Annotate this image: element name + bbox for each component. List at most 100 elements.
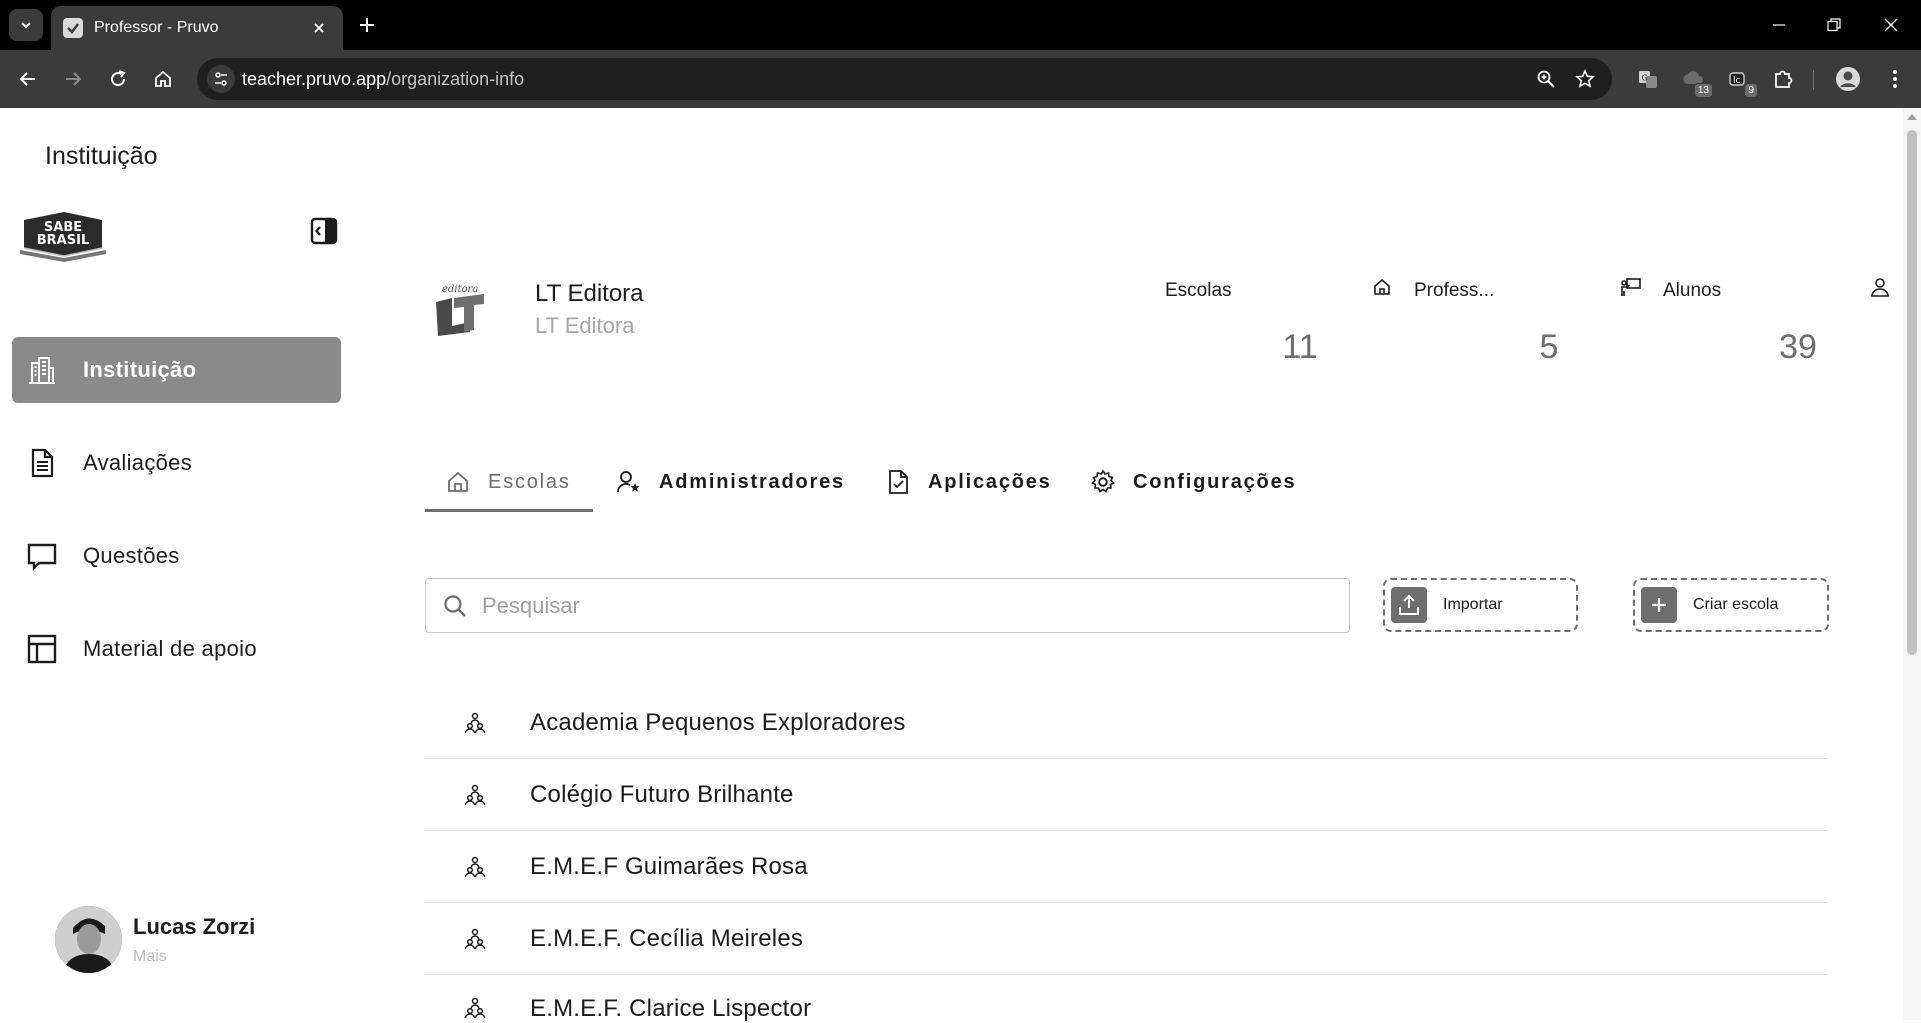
sidebar-collapse-icon [310, 217, 338, 245]
close-window-button[interactable] [1871, 10, 1911, 40]
minimize-icon [1773, 24, 1785, 26]
checked-document-icon [884, 468, 912, 496]
close-tab-icon[interactable] [307, 16, 331, 40]
sidebar-item-label: Questões [83, 543, 180, 568]
tab-label: Aplicações [928, 470, 1052, 493]
list-item[interactable]: Colégio Futuro Brilhante [425, 759, 1828, 831]
sabe-brasil-logo: SABE BRASIL [18, 206, 108, 262]
gear-icon [1089, 468, 1117, 496]
zoom-icon[interactable] [1534, 67, 1558, 91]
new-tab-button[interactable] [352, 10, 382, 40]
org-logo-text: editora [442, 284, 478, 295]
reload-button[interactable] [102, 63, 134, 95]
person-icon [1867, 274, 1893, 300]
home-button[interactable] [147, 63, 179, 95]
tab-administradores[interactable]: Administradores [615, 452, 845, 512]
url-host: teacher.pruvo.app [242, 69, 387, 89]
reload-icon [111, 70, 126, 87]
restore-button[interactable] [1814, 10, 1854, 40]
chevron-down-icon [21, 22, 31, 29]
admin-user-icon [615, 468, 643, 496]
scroll-up-arrow-icon[interactable] [1907, 114, 1917, 120]
back-button[interactable] [12, 63, 44, 95]
teacher-board-icon [1618, 274, 1644, 300]
create-school-label: Criar escola [1693, 596, 1779, 613]
page-scrollbar[interactable] [1903, 108, 1921, 1020]
sidebar-item-avaliacoes[interactable]: Avaliações [12, 430, 341, 496]
sidebar-item-material-de-apoio[interactable]: Material de apoio [12, 616, 341, 682]
school-group-icon [462, 926, 488, 952]
school-group-icon [462, 854, 488, 880]
site-info-button[interactable] [207, 65, 235, 93]
list-item[interactable]: E.M.E.F. Clarice Lispector [425, 975, 1828, 1022]
search-input[interactable] [482, 587, 1332, 625]
user-name[interactable]: Lucas Zorzi [133, 914, 255, 940]
school-name: E.M.E.F. Cecília Meireles [530, 924, 804, 952]
tab-label: Administradores [659, 470, 845, 493]
organization-name: LT Editora [535, 280, 644, 307]
plus-icon [1641, 587, 1677, 623]
collapse-sidebar-button[interactable] [309, 216, 339, 246]
minimize-button[interactable] [1759, 10, 1799, 40]
puzzle-icon [1775, 70, 1793, 88]
url-path: /organization-info [386, 69, 525, 89]
counter-extension[interactable]: lc 9 [1722, 63, 1758, 98]
profile-avatar-icon [1836, 67, 1860, 91]
school-name: E.M.E.F Guimarães Rosa [530, 852, 808, 880]
tab-label: Configurações [1133, 470, 1297, 493]
building-icon [26, 354, 58, 386]
sidebar-item-questoes[interactable]: Questões [12, 523, 341, 589]
arrow-right-icon [66, 72, 82, 86]
school-group-icon [462, 782, 488, 808]
active-tab-indicator [425, 509, 593, 512]
more-vertical-icon [1893, 70, 1897, 88]
list-item[interactable]: E.M.E.F. Cecília Meireles [425, 903, 1828, 975]
extensions-button[interactable] [1767, 63, 1799, 95]
browser-menu-button[interactable] [1879, 63, 1911, 95]
layout-icon [26, 633, 58, 665]
chat-bubble-icon [26, 540, 58, 572]
organization-subtitle: LT Editora [535, 313, 635, 338]
home-icon [444, 468, 472, 496]
tab-escolas[interactable]: Escolas [444, 452, 571, 512]
profile-button[interactable] [1832, 63, 1864, 95]
stat-professores: Profess... 5 [1414, 266, 1644, 376]
list-item[interactable]: Academia Pequenos Exploradores [425, 687, 1828, 759]
school-group-icon [462, 995, 488, 1021]
sidebar-item-label: Material de apoio [83, 636, 257, 661]
stat-value: 39 [1779, 328, 1817, 366]
school-group-icon [462, 710, 488, 736]
browser-tab[interactable]: Professor - Pruvo [51, 6, 343, 50]
scrollbar-thumb[interactable] [1907, 130, 1917, 655]
tab-search-button[interactable] [9, 9, 43, 41]
tune-icon [215, 72, 227, 86]
browser-tab-bar: Professor - Pruvo [0, 0, 1921, 50]
stat-escolas: Escolas 11 [1165, 266, 1395, 376]
home-icon [1369, 274, 1395, 300]
organization-logo: editora [430, 280, 490, 340]
toolbar-divider [1813, 70, 1814, 90]
search-icon [444, 595, 466, 617]
tab-title: Professor - Pruvo [94, 19, 219, 36]
pruvo-favicon-icon [63, 18, 83, 38]
import-button[interactable]: Importar [1383, 578, 1578, 632]
logo-line-2: BRASIL [37, 233, 89, 248]
page-content: Instituição SABE BRASIL Instituição Aval… [0, 108, 1921, 1022]
tab-aplicacoes[interactable]: Aplicações [884, 452, 1052, 512]
close-icon [1884, 18, 1898, 32]
avatar[interactable] [55, 906, 122, 973]
tab-configuracoes[interactable]: Configurações [1089, 452, 1296, 512]
document-icon [26, 447, 58, 479]
list-item[interactable]: E.M.E.F Guimarães Rosa [425, 831, 1828, 903]
import-label: Importar [1443, 596, 1503, 613]
address-bar[interactable]: teacher.pruvo.app/organization-info [197, 58, 1612, 100]
translate-extension[interactable]: G [1632, 63, 1664, 95]
bookmark-star-icon[interactable] [1573, 67, 1597, 91]
create-school-button[interactable]: Criar escola [1633, 578, 1829, 632]
sidebar-item-instituicao[interactable]: Instituição [12, 337, 341, 403]
page-title: Instituição [45, 142, 158, 170]
cloud-extension[interactable]: 13 [1677, 63, 1713, 98]
forward-button[interactable] [57, 63, 89, 95]
user-more-link[interactable]: Mais [133, 948, 167, 966]
url-text: teacher.pruvo.app/organization-info [242, 69, 524, 90]
